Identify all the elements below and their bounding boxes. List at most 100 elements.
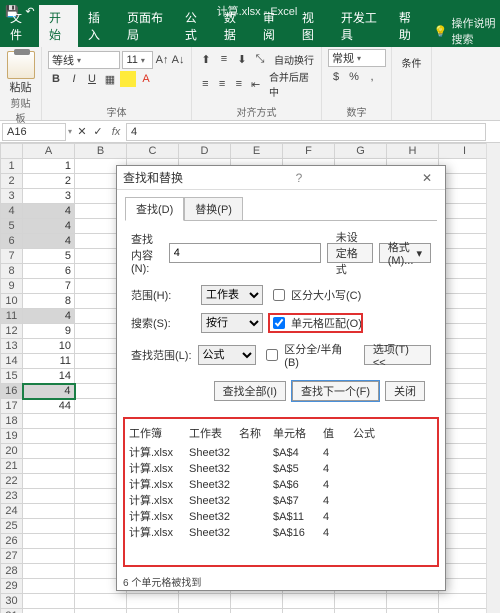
result-row[interactable]: 计算.xlsxSheet32$A$74	[129, 493, 433, 509]
cell-H31[interactable]	[387, 609, 439, 613]
cell-A24[interactable]	[23, 504, 75, 519]
cell-G30[interactable]	[335, 594, 387, 609]
paste-icon[interactable]	[7, 51, 35, 79]
cell-A30[interactable]	[23, 594, 75, 609]
cell-A20[interactable]	[23, 444, 75, 459]
shrink-font-icon[interactable]: A↓	[171, 52, 185, 68]
namebox-dropdown-icon[interactable]: ▾	[66, 127, 74, 136]
cell-B31[interactable]	[75, 609, 127, 613]
cell-E30[interactable]	[231, 594, 283, 609]
cell-I16[interactable]	[439, 384, 491, 399]
vertical-scrollbar[interactable]	[486, 143, 500, 613]
col-header-A[interactable]: A	[23, 144, 75, 159]
cell-A12[interactable]: 9	[23, 324, 75, 339]
row-header-16[interactable]: 16	[1, 384, 23, 399]
orientation-icon[interactable]: ⤡	[252, 51, 268, 67]
cell-G31[interactable]	[335, 609, 387, 613]
col-header-H[interactable]: H	[387, 144, 439, 159]
row-header-25[interactable]: 25	[1, 519, 23, 534]
cell-A3[interactable]: 3	[23, 189, 75, 204]
tab-file[interactable]: 文件	[0, 5, 39, 47]
col-header-E[interactable]: E	[231, 144, 283, 159]
cell-A6[interactable]: 4	[23, 234, 75, 249]
row-header-9[interactable]: 9	[1, 279, 23, 294]
cell-I17[interactable]	[439, 399, 491, 414]
cell-I22[interactable]	[439, 474, 491, 489]
cell-I3[interactable]	[439, 189, 491, 204]
indent-dec-icon[interactable]: ⇤	[248, 76, 263, 92]
cell-E31[interactable]	[231, 609, 283, 613]
row-header-20[interactable]: 20	[1, 444, 23, 459]
align-right-icon[interactable]: ≡	[231, 76, 246, 92]
cell-I5[interactable]	[439, 219, 491, 234]
row-header-7[interactable]: 7	[1, 249, 23, 264]
cell-I23[interactable]	[439, 489, 491, 504]
cell-I2[interactable]	[439, 174, 491, 189]
row-header-29[interactable]: 29	[1, 579, 23, 594]
row-header-31[interactable]: 31	[1, 609, 23, 613]
align-center-icon[interactable]: ≡	[215, 76, 230, 92]
row-header-28[interactable]: 28	[1, 564, 23, 579]
cell-A1[interactable]: 1	[23, 159, 75, 174]
font-size-combo[interactable]: 11▾	[122, 51, 153, 69]
row-header-3[interactable]: 3	[1, 189, 23, 204]
cell-I12[interactable]	[439, 324, 491, 339]
percent-icon[interactable]: %	[346, 69, 362, 85]
currency-icon[interactable]: $	[328, 69, 344, 85]
worksheet-area[interactable]: ABCDEFGHI1122334454647586971081141291310…	[0, 143, 500, 613]
close-icon[interactable]: ✕	[415, 171, 439, 185]
cell-I15[interactable]	[439, 369, 491, 384]
row-header-2[interactable]: 2	[1, 174, 23, 189]
cell-A9[interactable]: 7	[23, 279, 75, 294]
col-header-I[interactable]: I	[439, 144, 491, 159]
options-button[interactable]: 选项(T) <<	[364, 345, 431, 365]
results-list[interactable]: 工作簿 工作表 名称 单元格 值 公式 计算.xlsxSheet32$A$44计…	[123, 417, 439, 567]
cell-A28[interactable]	[23, 564, 75, 579]
cell-D31[interactable]	[179, 609, 231, 613]
match-width-checkbox[interactable]	[266, 349, 278, 361]
row-header-14[interactable]: 14	[1, 354, 23, 369]
cell-I6[interactable]	[439, 234, 491, 249]
cell-I20[interactable]	[439, 444, 491, 459]
result-row[interactable]: 计算.xlsxSheet32$A$164	[129, 525, 433, 541]
row-header-22[interactable]: 22	[1, 474, 23, 489]
cell-A13[interactable]: 10	[23, 339, 75, 354]
find-all-button[interactable]: 查找全部(I)	[214, 381, 286, 401]
border-button[interactable]: ▦	[102, 71, 118, 87]
cell-I24[interactable]	[439, 504, 491, 519]
within-select[interactable]: 工作表	[201, 285, 263, 305]
result-row[interactable]: 计算.xlsxSheet32$A$64	[129, 477, 433, 493]
cell-I4[interactable]	[439, 204, 491, 219]
find-next-button[interactable]: 查找下一个(F)	[292, 381, 379, 401]
tab-find[interactable]: 查找(D)	[125, 197, 184, 221]
cell-I18[interactable]	[439, 414, 491, 429]
tab-home[interactable]: 开始	[39, 5, 78, 47]
cell-I30[interactable]	[439, 594, 491, 609]
cell-I1[interactable]	[439, 159, 491, 174]
row-header-19[interactable]: 19	[1, 429, 23, 444]
row-header-10[interactable]: 10	[1, 294, 23, 309]
match-case-checkbox[interactable]	[273, 289, 285, 301]
row-header-6[interactable]: 6	[1, 234, 23, 249]
cell-I31[interactable]	[439, 609, 491, 613]
cond-format-button[interactable]: 条件	[398, 49, 425, 70]
match-entire-checkbox[interactable]	[273, 317, 285, 329]
grow-font-icon[interactable]: A↑	[155, 52, 169, 68]
cell-A7[interactable]: 5	[23, 249, 75, 264]
cell-A23[interactable]	[23, 489, 75, 504]
cell-F30[interactable]	[283, 594, 335, 609]
cell-A26[interactable]	[23, 534, 75, 549]
cell-A29[interactable]	[23, 579, 75, 594]
row-header-5[interactable]: 5	[1, 219, 23, 234]
row-header-13[interactable]: 13	[1, 339, 23, 354]
cell-C30[interactable]	[127, 594, 179, 609]
cell-A18[interactable]	[23, 414, 75, 429]
row-header-12[interactable]: 12	[1, 324, 23, 339]
row-header-11[interactable]: 11	[1, 309, 23, 324]
cell-A16[interactable]: 4	[23, 384, 75, 399]
cell-A15[interactable]: 14	[23, 369, 75, 384]
cell-I8[interactable]	[439, 264, 491, 279]
result-row[interactable]: 计算.xlsxSheet32$A$44	[129, 445, 433, 461]
cell-A17[interactable]: 44	[23, 399, 75, 414]
col-header-B[interactable]: B	[75, 144, 127, 159]
